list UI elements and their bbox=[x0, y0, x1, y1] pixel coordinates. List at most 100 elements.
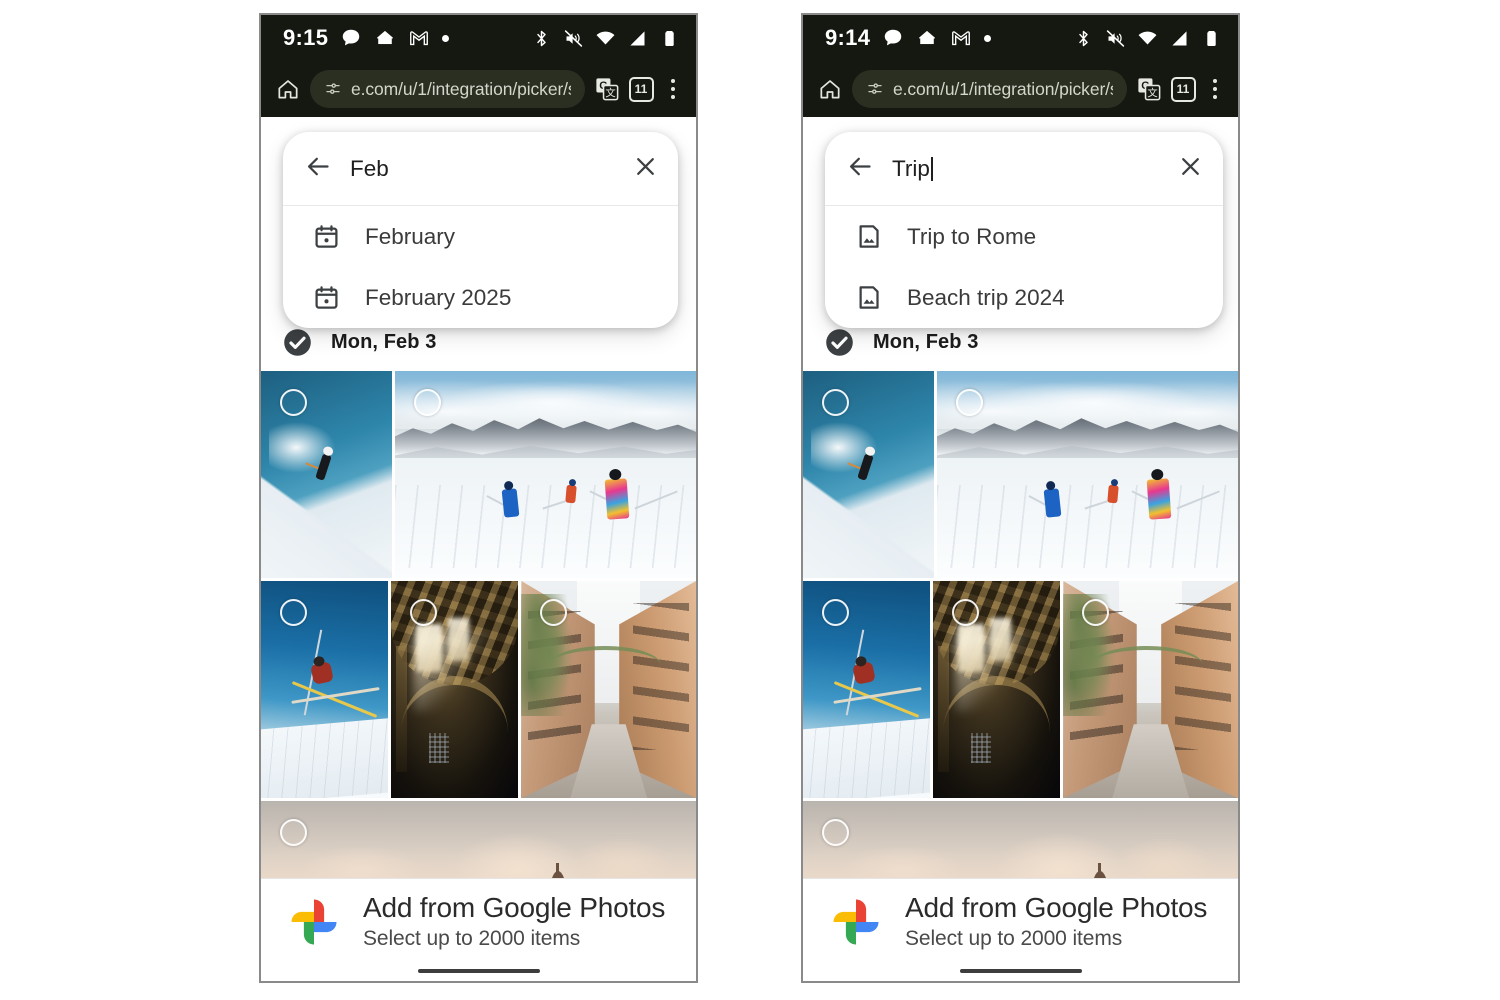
address-bar[interactable]: e.com/u/1/integration/picker/s bbox=[852, 70, 1127, 108]
photo-select-checkbox[interactable] bbox=[413, 389, 441, 416]
wifi-icon bbox=[595, 28, 616, 49]
calendar-icon bbox=[313, 284, 340, 311]
search-overlay-card: Feb February February 2025 bbox=[283, 132, 678, 328]
google-photos-logo bbox=[829, 895, 883, 949]
browser-toolbar: e.com/u/1/integration/picker/s G文 11 bbox=[803, 61, 1238, 117]
status-bar-right bbox=[531, 28, 680, 49]
wifi-icon bbox=[1137, 28, 1158, 49]
checked-circle-icon[interactable] bbox=[825, 328, 854, 357]
photo-picker-body: Mon, Feb 3 Trip Trip to Rome Beach trip 202… bbox=[803, 117, 1238, 981]
home-nest-icon bbox=[374, 27, 396, 49]
photo-select-checkbox[interactable] bbox=[280, 819, 307, 846]
search-overlay-card: Trip Trip to Rome Beach trip 2024 bbox=[825, 132, 1223, 328]
photo-select-checkbox[interactable] bbox=[409, 599, 437, 626]
back-arrow-icon[interactable] bbox=[847, 153, 874, 185]
date-section-label: Mon, Feb 3 bbox=[873, 330, 979, 353]
photo-thumbnail[interactable] bbox=[803, 581, 930, 798]
bottom-action-sheet: Add from Google Photos Select up to 2000 … bbox=[803, 878, 1238, 981]
screenshot-stage: 9:15 e.com/u/1/integration/picker/s G文 11 Mo… bbox=[0, 0, 1500, 1000]
gmail-icon bbox=[408, 27, 430, 49]
status-bar: 9:15 bbox=[261, 15, 696, 61]
search-suggestion-label: February 2025 bbox=[365, 284, 512, 310]
search-input[interactable]: Feb bbox=[350, 156, 615, 182]
bluetooth-icon bbox=[1073, 28, 1094, 49]
photo-thumbnail[interactable] bbox=[803, 371, 934, 578]
page-settings-icon[interactable] bbox=[866, 80, 884, 98]
bottom-sheet-content[interactable]: Add from Google Photos Select up to 2000 … bbox=[803, 892, 1238, 951]
google-translate-icon[interactable]: G文 bbox=[594, 76, 620, 102]
search-suggestion-item[interactable]: Trip to Rome bbox=[825, 206, 1223, 267]
bottom-sheet-subtitle: Select up to 2000 items bbox=[363, 927, 581, 951]
bottom-sheet-content[interactable]: Add from Google Photos Select up to 2000 … bbox=[261, 892, 696, 951]
status-bar-right bbox=[1073, 28, 1222, 49]
calendar-icon bbox=[313, 223, 340, 250]
photo-grid-row bbox=[261, 581, 696, 798]
date-section-label: Mon, Feb 3 bbox=[331, 330, 437, 353]
search-query-text: Feb bbox=[350, 155, 389, 181]
photo-select-checkbox[interactable] bbox=[822, 599, 849, 626]
bottom-sheet-text-block: Add from Google Photos Select up to 2000 … bbox=[905, 892, 1207, 951]
photo-thumbnail[interactable] bbox=[1063, 581, 1238, 798]
search-input[interactable]: Trip bbox=[892, 156, 1160, 182]
home-nest-icon bbox=[916, 27, 938, 49]
home-gesture-handle[interactable] bbox=[959, 969, 1082, 973]
status-bar-left: 9:15 bbox=[283, 25, 450, 51]
overflow-menu-icon[interactable] bbox=[663, 76, 684, 103]
photo-thumbnail[interactable] bbox=[394, 371, 696, 578]
photo-select-checkbox[interactable] bbox=[951, 599, 979, 626]
photo-grid-row bbox=[803, 581, 1238, 798]
text-cursor bbox=[930, 156, 933, 181]
photo-grid-row bbox=[261, 371, 696, 578]
phone-screenshot-right: 9:14 e.com/u/1/integration/picker/s G文 11 Mo… bbox=[801, 13, 1240, 983]
search-bar[interactable]: Trip bbox=[825, 132, 1223, 206]
dot-indicator-icon bbox=[442, 34, 450, 42]
photo-select-checkbox[interactable] bbox=[955, 389, 983, 416]
svg-text:文: 文 bbox=[605, 86, 615, 99]
photo-thumbnail[interactable] bbox=[932, 581, 1061, 798]
cellular-signal-icon bbox=[627, 28, 648, 49]
search-bar[interactable]: Feb bbox=[283, 132, 678, 206]
close-icon[interactable] bbox=[633, 154, 658, 184]
battery-icon bbox=[659, 28, 680, 49]
close-icon[interactable] bbox=[1178, 154, 1203, 184]
photo-select-checkbox[interactable] bbox=[822, 819, 849, 846]
photo-thumbnail[interactable] bbox=[261, 371, 392, 578]
album-photo-icon bbox=[855, 284, 882, 311]
home-icon[interactable] bbox=[275, 76, 301, 102]
overflow-menu-icon[interactable] bbox=[1205, 76, 1226, 103]
bottom-action-sheet: Add from Google Photos Select up to 2000 … bbox=[261, 878, 696, 981]
bottom-sheet-title: Add from Google Photos bbox=[363, 892, 666, 923]
tab-switcher-button[interactable]: 11 bbox=[1170, 76, 1196, 102]
volume-muted-icon bbox=[563, 28, 584, 49]
photo-select-checkbox[interactable] bbox=[280, 389, 307, 416]
photo-thumbnail[interactable] bbox=[261, 581, 388, 798]
tab-count: 11 bbox=[628, 76, 654, 102]
photo-thumbnail[interactable] bbox=[390, 581, 519, 798]
photo-thumbnail[interactable] bbox=[936, 371, 1238, 578]
photo-thumbnail[interactable] bbox=[521, 581, 696, 798]
page-settings-icon[interactable] bbox=[324, 80, 342, 98]
search-suggestion-item[interactable]: Beach trip 2024 bbox=[825, 267, 1223, 328]
home-gesture-handle[interactable] bbox=[417, 969, 540, 973]
search-suggestion-item[interactable]: February 2025 bbox=[283, 267, 678, 328]
tab-switcher-button[interactable]: 11 bbox=[628, 76, 654, 102]
svg-text:文: 文 bbox=[1147, 86, 1157, 99]
search-suggestion-item[interactable]: February bbox=[283, 206, 678, 267]
photo-select-checkbox[interactable] bbox=[822, 389, 849, 416]
status-time: 9:15 bbox=[283, 25, 329, 50]
battery-icon bbox=[1201, 28, 1222, 49]
search-suggestion-label: February bbox=[365, 223, 456, 249]
google-translate-icon[interactable]: G文 bbox=[1136, 76, 1162, 102]
volume-muted-icon bbox=[1105, 28, 1126, 49]
checked-circle-icon[interactable] bbox=[283, 328, 312, 357]
bottom-sheet-text-block: Add from Google Photos Select up to 2000 … bbox=[363, 892, 665, 951]
search-suggestion-label: Beach trip 2024 bbox=[907, 284, 1065, 310]
chat-bubble-icon bbox=[340, 27, 362, 49]
photo-picker-body: Mon, Feb 3 Feb February February 2025 Add fr… bbox=[261, 117, 696, 981]
photo-select-checkbox[interactable] bbox=[280, 599, 307, 626]
back-arrow-icon[interactable] bbox=[305, 153, 332, 185]
chat-bubble-icon bbox=[882, 27, 904, 49]
tab-count: 11 bbox=[1170, 76, 1196, 102]
address-bar[interactable]: e.com/u/1/integration/picker/s bbox=[310, 70, 585, 108]
home-icon[interactable] bbox=[817, 76, 843, 102]
